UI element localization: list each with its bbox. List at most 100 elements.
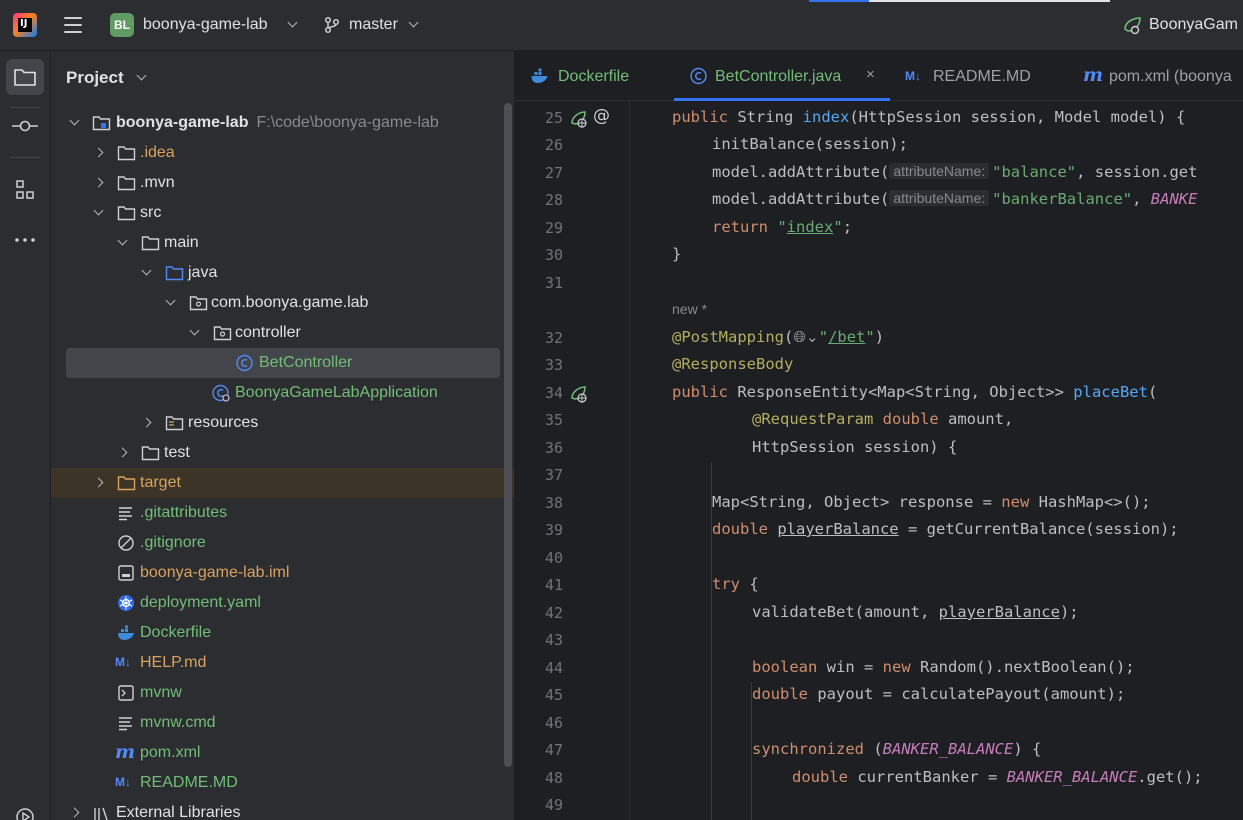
tree-item-pom[interactable]: m pom.xml bbox=[51, 738, 514, 768]
tree-item-application[interactable]: BoonyaGameLabApplication bbox=[51, 378, 514, 408]
structure-tool-button[interactable] bbox=[6, 172, 44, 208]
tree-item-betcontroller[interactable]: BetController bbox=[66, 348, 500, 378]
line-number: 47 bbox=[544, 741, 563, 759]
code-line: public ResponseEntity<Map<String, Object… bbox=[672, 383, 1158, 401]
tree-item-help[interactable]: M↓ HELP.md bbox=[51, 648, 514, 678]
maven-icon: m bbox=[1083, 64, 1104, 86]
tab-label: Dockerfile bbox=[558, 68, 630, 85]
tree-item-gitattributes[interactable]: .gitattributes bbox=[51, 498, 514, 528]
collapse-arrow-icon[interactable] bbox=[117, 235, 128, 246]
project-name[interactable]: boonya-game-lab bbox=[143, 16, 268, 34]
collapse-arrow-icon[interactable] bbox=[165, 295, 176, 306]
code-line: model.addAttribute(attributeName: "banker… bbox=[712, 190, 1198, 208]
tab-dockerfile[interactable]: Dockerfile bbox=[515, 51, 667, 101]
indent-guide bbox=[711, 463, 712, 820]
commit-icon bbox=[12, 120, 38, 132]
code-line: boolean win = new Random().nextBoolean()… bbox=[752, 658, 1135, 676]
tree-item-label: java bbox=[188, 264, 218, 281]
tab-betcontroller[interactable]: BetController.java × bbox=[674, 51, 890, 101]
tree-item-external-libraries[interactable]: External Libraries bbox=[51, 798, 514, 820]
chevron-down-icon[interactable] bbox=[408, 17, 419, 28]
tree-item-deployment[interactable]: deployment.yaml bbox=[51, 588, 514, 618]
resources-folder-icon bbox=[165, 416, 184, 431]
run-config-name[interactable]: BoonyaGam bbox=[1149, 16, 1238, 34]
code-author-hint[interactable]: new * bbox=[672, 301, 707, 317]
tab-readme[interactable]: M↓ README.MD bbox=[897, 51, 1067, 101]
expand-arrow-icon[interactable] bbox=[69, 807, 80, 818]
title-bar: IJ BL boonya-game-lab master BoonyaGam bbox=[0, 0, 1243, 51]
tab-pom[interactable]: m pom.xml (boonya bbox=[1075, 51, 1243, 101]
collapse-arrow-icon[interactable] bbox=[93, 205, 104, 216]
expand-arrow-icon[interactable] bbox=[117, 447, 128, 458]
main-menu-icon[interactable] bbox=[62, 15, 84, 35]
tree-item-label: HELP.md bbox=[140, 654, 207, 671]
tree-item-readme[interactable]: M↓ README.MD bbox=[51, 768, 514, 798]
line-number: 35 bbox=[544, 411, 563, 429]
line-number: 27 bbox=[544, 164, 563, 182]
tab-label: pom.xml (boonya bbox=[1109, 68, 1232, 85]
chevron-down-icon[interactable] bbox=[136, 70, 147, 81]
code-line: Map<String, Object> response = new HashM… bbox=[712, 493, 1151, 511]
tree-item-mvn[interactable]: .mvn bbox=[51, 168, 514, 198]
tree-item-package[interactable]: com.boonya.game.lab bbox=[51, 288, 514, 318]
expand-arrow-icon[interactable] bbox=[93, 147, 104, 158]
code-editor[interactable]: Dockerfile BetController.java × M↓ READM… bbox=[515, 51, 1243, 820]
project-tool-button[interactable] bbox=[6, 59, 44, 95]
kubernetes-icon bbox=[118, 595, 134, 611]
tab-label: BetController.java bbox=[715, 68, 842, 85]
tool-window-strip bbox=[0, 51, 51, 820]
tree-item-dockerfile[interactable]: Dockerfile bbox=[51, 618, 514, 648]
chevron-down-icon[interactable] bbox=[287, 17, 298, 28]
inlay-hint: attributeName: bbox=[889, 190, 990, 206]
tree-item-target[interactable]: target bbox=[51, 468, 514, 498]
close-icon[interactable]: × bbox=[866, 66, 875, 83]
branch-name[interactable]: master bbox=[349, 16, 398, 34]
collapse-arrow-icon[interactable] bbox=[189, 325, 200, 336]
tree-item-label: .gitattributes bbox=[140, 504, 228, 521]
code-line: try { bbox=[712, 575, 759, 593]
tree-item-root[interactable]: boonya-game-lab F:\code\boonya-game-lab bbox=[51, 108, 514, 138]
tree-item-src[interactable]: src bbox=[51, 198, 514, 228]
project-badge[interactable]: BL bbox=[110, 13, 134, 37]
tree-item-test[interactable]: test bbox=[51, 438, 514, 468]
line-number: 38 bbox=[544, 494, 563, 512]
tree-item-label: main bbox=[164, 234, 199, 251]
commit-tool-button[interactable] bbox=[6, 108, 44, 144]
tree-item-java[interactable]: java bbox=[51, 258, 514, 288]
at-sign-icon[interactable]: @ bbox=[593, 106, 610, 126]
tree-item-label: Dockerfile bbox=[140, 624, 212, 641]
tree-item-gitignore[interactable]: .gitignore bbox=[51, 528, 514, 558]
intellij-logo-icon[interactable]: IJ bbox=[13, 13, 37, 37]
line-number: 49 bbox=[544, 796, 563, 814]
tree-item-label: BetController bbox=[259, 354, 353, 371]
line-number: 46 bbox=[544, 714, 563, 732]
services-tool-button[interactable] bbox=[6, 799, 44, 820]
panel-title[interactable]: Project bbox=[66, 68, 124, 88]
tree-item-iml[interactable]: boonya-game-lab.iml bbox=[51, 558, 514, 588]
tree-item-mvnw[interactable]: mvnw bbox=[51, 678, 514, 708]
code-line: HttpSession session) { bbox=[752, 438, 958, 456]
expand-arrow-icon[interactable] bbox=[93, 477, 104, 488]
code-line: initBalance(session); bbox=[712, 135, 908, 153]
tree-item-controller[interactable]: controller bbox=[51, 318, 514, 348]
run-config-icon[interactable] bbox=[1121, 15, 1143, 35]
tree-item-main[interactable]: main bbox=[51, 228, 514, 258]
line-number: 36 bbox=[544, 439, 563, 457]
tree-item-label: mvnw bbox=[140, 684, 182, 701]
title-progress-accent bbox=[809, 0, 869, 2]
expand-arrow-icon[interactable] bbox=[93, 177, 104, 188]
tree-item-idea[interactable]: .idea bbox=[51, 138, 514, 168]
tree-item-resources[interactable]: resources bbox=[51, 408, 514, 438]
panel-scrollbar[interactable] bbox=[504, 103, 512, 767]
expand-arrow-icon[interactable] bbox=[141, 417, 152, 428]
docker-icon bbox=[118, 625, 134, 640]
more-tools-button[interactable] bbox=[6, 222, 44, 258]
maven-icon: m bbox=[115, 741, 136, 763]
endpoint-icon[interactable] bbox=[570, 110, 588, 128]
folder-icon bbox=[117, 146, 136, 161]
collapse-arrow-icon[interactable] bbox=[141, 265, 152, 276]
endpoint-icon[interactable] bbox=[570, 385, 588, 403]
tree-item-mvnw-cmd[interactable]: mvnw.cmd bbox=[51, 708, 514, 738]
branch-icon[interactable] bbox=[323, 16, 341, 34]
collapse-arrow-icon[interactable] bbox=[69, 115, 80, 126]
